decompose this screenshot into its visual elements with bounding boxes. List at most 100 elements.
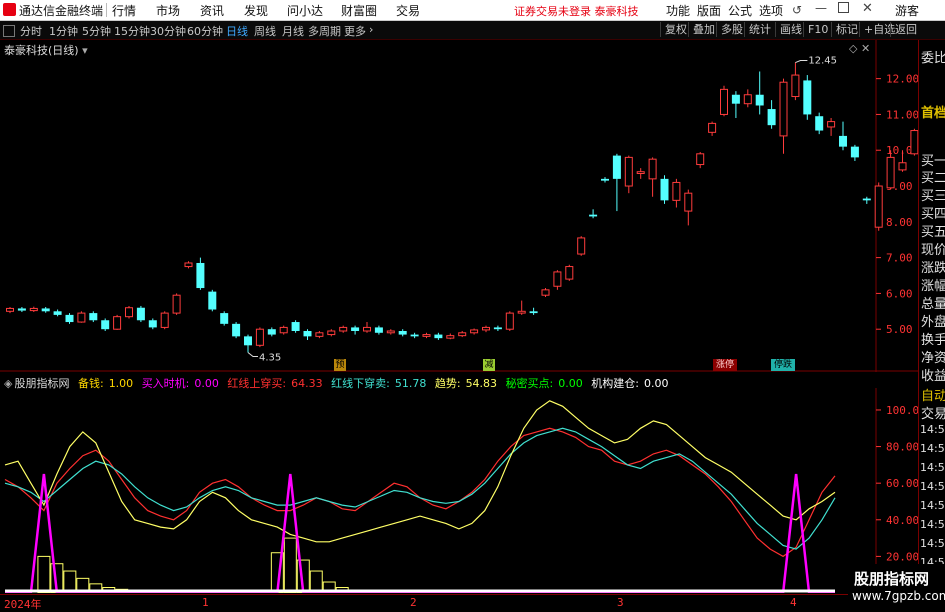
candle[interactable] [624, 155, 633, 194]
marker-yu[interactable]: 预 [334, 359, 346, 371]
menu-jiaoyi[interactable]: 交易 [396, 2, 420, 19]
candle[interactable] [244, 334, 252, 353]
candle[interactable] [720, 85, 728, 117]
candle[interactable] [779, 78, 788, 154]
candle[interactable] [850, 144, 859, 161]
btn-duogu[interactable]: 多股 [716, 22, 747, 37]
candle[interactable] [398, 329, 407, 337]
candle[interactable] [696, 152, 705, 169]
candle[interactable] [815, 112, 824, 135]
candle[interactable] [505, 311, 514, 331]
btn-huaxian[interactable]: 画线 [775, 22, 806, 37]
candle[interactable] [339, 325, 348, 333]
candle[interactable] [6, 307, 14, 314]
minimize-icon[interactable]: — [815, 1, 827, 15]
period-monthly[interactable]: 月线 [282, 23, 304, 39]
indicator-chart[interactable]: 100.00 80.00 60.00 40.00 20.00 [0, 388, 918, 593]
candle[interactable] [363, 322, 371, 333]
candlestick-chart[interactable]: 12.0011.0010.009.008.007.006.005.00 12.4… [0, 40, 918, 372]
candle[interactable] [17, 307, 26, 313]
period-1min[interactable]: 1分钟 [49, 23, 78, 39]
candle[interactable] [136, 305, 145, 323]
candle[interactable] [208, 289, 217, 312]
menu-gongneng[interactable]: 功能 [666, 2, 690, 19]
candle[interactable] [493, 325, 502, 331]
candle[interactable] [89, 311, 98, 323]
grid-icon[interactable] [3, 25, 15, 37]
marker-zhangting[interactable]: 涨停 [713, 359, 737, 371]
candle[interactable] [291, 320, 300, 333]
candle[interactable] [196, 257, 205, 290]
candle[interactable] [410, 332, 419, 339]
candle[interactable] [589, 209, 598, 219]
btn-tongji[interactable]: 统计 [744, 22, 775, 37]
menu-caifuquan[interactable]: 财富圈 [341, 2, 377, 19]
menu-xuanxiang[interactable]: 选项 [759, 2, 783, 19]
candle[interactable] [731, 91, 740, 119]
candle[interactable] [648, 157, 657, 197]
candle[interactable] [553, 270, 562, 290]
candle[interactable] [53, 309, 62, 317]
candle[interactable] [77, 311, 86, 323]
candle[interactable] [767, 100, 776, 129]
menu-banmian[interactable]: 版面 [697, 2, 721, 19]
candle[interactable] [279, 325, 288, 335]
menu-gongshi[interactable]: 公式 [728, 2, 752, 19]
menu-zixun[interactable]: 资讯 [200, 2, 224, 19]
candle[interactable] [482, 325, 490, 333]
candle[interactable] [743, 89, 752, 108]
candle[interactable] [446, 333, 455, 340]
candle[interactable] [708, 121, 717, 136]
candle[interactable] [577, 236, 586, 256]
menu-faxian[interactable]: 发现 [244, 2, 268, 19]
candle[interactable] [827, 118, 836, 136]
candle[interactable] [160, 311, 169, 330]
candle[interactable] [839, 121, 847, 151]
candle[interactable] [351, 325, 360, 335]
period-fenshi[interactable]: 分时 [20, 23, 42, 39]
period-15min[interactable]: 15分钟 [114, 23, 150, 39]
candle[interactable] [684, 189, 693, 226]
candle[interactable] [220, 311, 229, 326]
label-jiaoyi[interactable]: 交易 [921, 403, 945, 422]
btn-diejia[interactable]: 叠加 [688, 22, 719, 37]
candle[interactable] [232, 322, 241, 339]
period-more[interactable]: 更多 [344, 23, 366, 39]
candle[interactable] [636, 168, 645, 179]
candle[interactable] [874, 182, 883, 231]
btn-f10[interactable]: F10 [803, 22, 832, 37]
candle[interactable] [184, 261, 193, 269]
candle[interactable] [612, 153, 621, 212]
candle[interactable] [125, 305, 133, 319]
candle[interactable] [672, 178, 681, 208]
chevron-right-icon[interactable]: › [369, 23, 373, 36]
candle[interactable] [29, 306, 38, 313]
menu-shichang[interactable]: 市场 [156, 2, 180, 19]
candle[interactable] [315, 330, 324, 339]
candle[interactable] [755, 71, 764, 115]
candle[interactable] [113, 314, 122, 330]
marker-tingdie[interactable]: 停跌 [771, 359, 795, 371]
candle[interactable] [541, 288, 550, 297]
candle[interactable] [434, 332, 443, 340]
candle[interactable] [327, 329, 336, 337]
period-multi[interactable]: 多周期 [308, 23, 341, 39]
candle[interactable] [458, 330, 467, 338]
candle[interactable] [172, 293, 181, 315]
period-60min[interactable]: 60分钟 [187, 23, 223, 39]
candle[interactable] [101, 318, 110, 331]
candle[interactable] [529, 307, 538, 315]
marker-jian[interactable]: 减 [483, 359, 495, 371]
period-weekly[interactable]: 周线 [254, 23, 276, 39]
period-30min[interactable]: 30分钟 [150, 23, 186, 39]
btn-fuquan[interactable]: 复权 [660, 22, 691, 37]
candle[interactable] [267, 327, 276, 337]
candle[interactable] [470, 328, 479, 335]
login-notice[interactable]: 证券交易未登录 泰豪科技 [514, 3, 639, 19]
candle[interactable] [422, 332, 431, 339]
candle[interactable] [803, 75, 812, 120]
menu-wenxiaoda[interactable]: 问小达 [287, 2, 323, 19]
btn-biaoji[interactable]: 标记 [831, 22, 862, 37]
candle[interactable] [910, 128, 918, 156]
candle[interactable] [862, 196, 871, 204]
